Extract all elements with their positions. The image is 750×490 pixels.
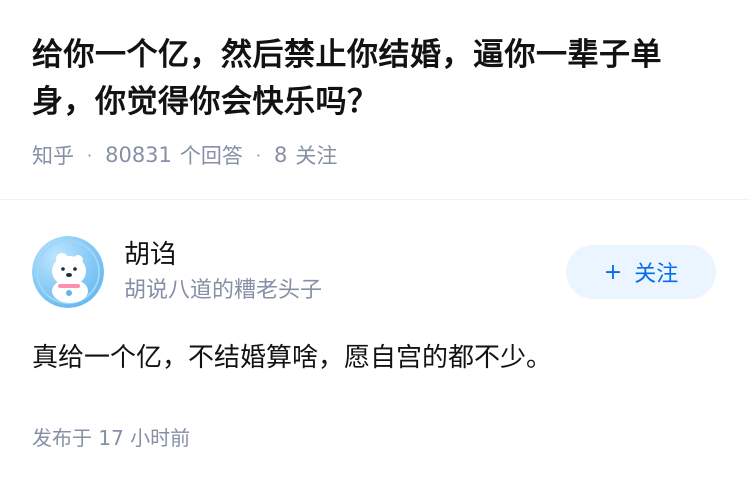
meta-separator: · xyxy=(87,145,93,165)
answer-author-row: 胡诌 胡说八道的糟老头子 + 关注 xyxy=(32,236,718,308)
publish-time: 发布于 17 小时前 xyxy=(32,426,191,450)
author-name[interactable]: 胡诌 xyxy=(124,238,566,272)
author-info: 胡诌 胡说八道的糟老头子 xyxy=(124,238,566,306)
follower-count: 8 xyxy=(274,143,288,167)
source-label: 知乎 xyxy=(32,144,74,168)
meta-separator: · xyxy=(255,145,261,165)
plus-icon: + xyxy=(603,259,623,285)
section-divider xyxy=(0,199,750,200)
follow-button-label: 关注 xyxy=(634,262,679,287)
follower-count-label: 关注 xyxy=(295,144,338,168)
question-meta: 知乎 · 80831 个回答 · 8 关注 xyxy=(32,140,720,170)
answer-content[interactable]: 真给一个亿，不结婚算啥，愿自宫的都不少。 xyxy=(32,338,552,378)
answer-count: 80831 xyxy=(105,143,172,167)
answer-count-label: 个回答 xyxy=(179,144,243,168)
follow-button[interactable]: + 关注 xyxy=(566,245,716,299)
question-title[interactable]: 给你一个亿，然后禁止你结婚，逼你一辈子单身，你觉得你会快乐吗？ xyxy=(32,32,720,126)
avatar[interactable] xyxy=(32,236,104,308)
author-bio: 胡说八道的糟老头子 xyxy=(124,278,323,303)
question-header: 给你一个亿，然后禁止你结婚，逼你一辈子单身，你觉得你会快乐吗？ 知乎 · 808… xyxy=(0,0,750,170)
